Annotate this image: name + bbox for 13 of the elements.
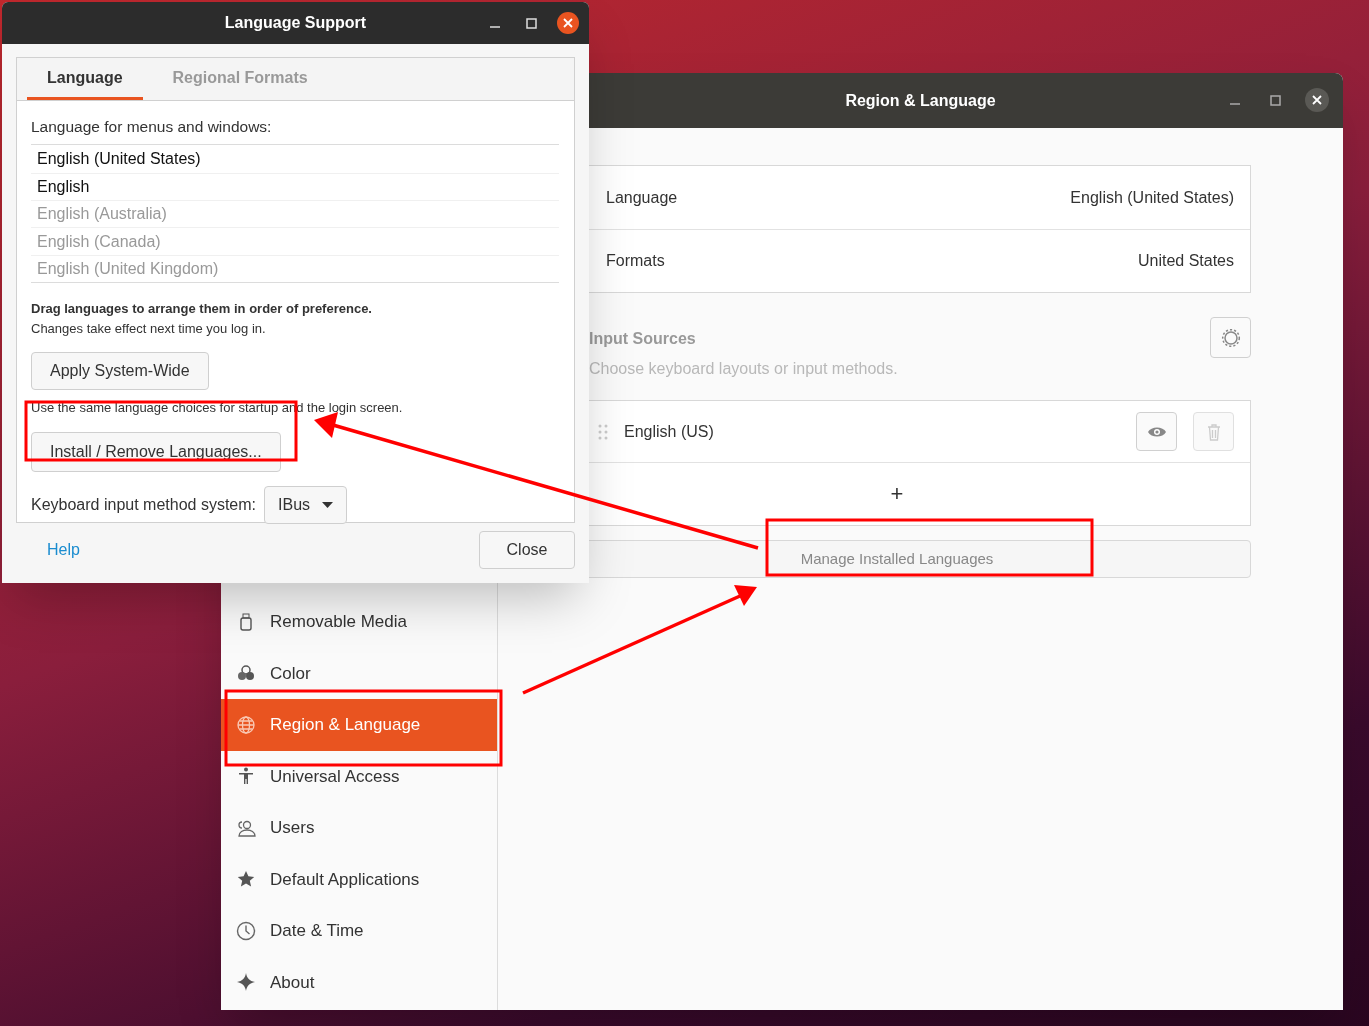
window-title: Language Support [224, 13, 367, 33]
setting-label: Formats [606, 251, 665, 271]
setting-label: Language [606, 187, 678, 208]
section-heading: Input Sources [589, 329, 697, 349]
hint-text: Drag languages to arrange them in order of preference. [31, 300, 373, 319]
window-title: Region & Language [845, 90, 996, 111]
list-label: Language for menus and windows: [31, 117, 273, 137]
note-text: Changes take effect next time you log in. [31, 319, 267, 338]
input-source-name: English (US) [624, 421, 715, 442]
setting-value: English (United States) [1070, 187, 1234, 208]
setting-value: United States [1137, 251, 1234, 271]
field-label: Keyboard input method system: [31, 494, 256, 515]
section-subtitle: Choose keyboard layouts or input methods. [589, 359, 898, 379]
